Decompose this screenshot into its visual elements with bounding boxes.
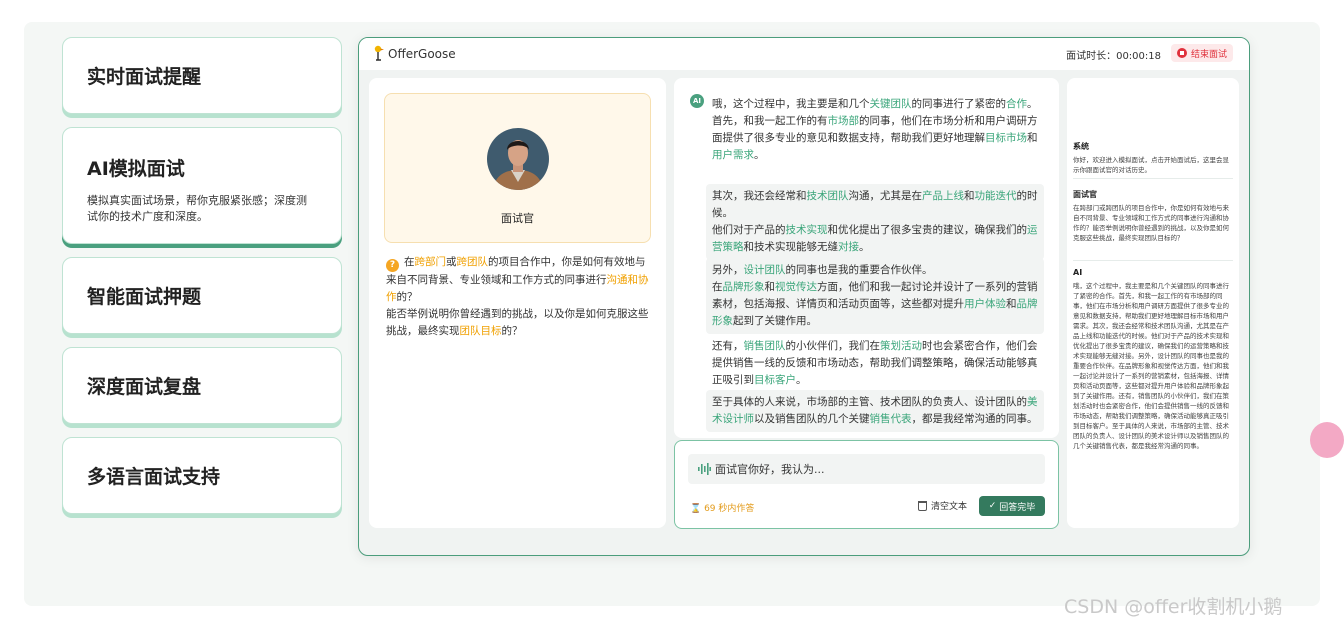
answer-done-button[interactable]: ✓ 回答完毕 xyxy=(979,496,1045,516)
question-keyword: 团队目标 xyxy=(459,325,502,337)
question-text: 的？ xyxy=(396,291,418,303)
feature-title: 深度面试复盘 xyxy=(87,376,202,398)
feature-card-multilang[interactable]: 多语言面试支持 xyxy=(62,437,342,514)
app-logo: OfferGoose xyxy=(373,45,456,62)
watermark: CSDN @offer收割机小鹅 xyxy=(1064,596,1283,618)
history-system: 系统 你好，欢迎进入模拟面试，点击开始面试后，这里会显示你跟面试官的对话历史。 xyxy=(1073,142,1233,175)
feature-title: 智能面试押题 xyxy=(87,286,202,308)
question-text: 的？ xyxy=(501,325,523,337)
interview-timer: 面试时长：00:00:18 xyxy=(1066,51,1161,62)
question-keyword: 跨部门 xyxy=(414,256,447,268)
check-icon: ✓ xyxy=(988,501,1000,511)
history-text: 哦，这个过程中，我主要是和几个关键团队的同事进行了紧密的合作。首先，和我一起工作… xyxy=(1073,282,1229,450)
interviewer-avatar xyxy=(487,128,549,190)
stop-icon xyxy=(1176,48,1187,58)
answer-input-box: 面试官你好，我认为... ⌛ 69 秒内作答 清空文本 ✓ 回答完毕 xyxy=(674,440,1059,529)
answer-done-label: 回答完毕 xyxy=(999,502,1036,513)
answer-paragraph: 另外，设计团队的同事也是我的重要合作伙伴。 在品牌形象和视觉传达方面，他们和我一起… xyxy=(706,258,1044,334)
ai-answer-panel[interactable]: AI 哦，这个过程中，我主要是和几个关键团队的同事进行了紧密的合作。 首先，和我一… xyxy=(674,78,1059,438)
interviewer-panel: 面试官 ? 在跨部门或跨团队的项目合作中，你是如何有效地与来自不同背景、专业领域和… xyxy=(369,78,666,528)
countdown-text: 69 秒内作答 xyxy=(704,504,755,514)
feature-card-review[interactable]: 深度面试复盘 xyxy=(62,347,342,424)
feature-card-predict[interactable]: 智能面试押题 xyxy=(62,257,342,334)
voice-wave-icon xyxy=(698,463,711,475)
hourglass-icon: ⌛ xyxy=(690,504,705,514)
logo-text: OfferGoose xyxy=(388,46,456,61)
history-text: 在跨部门或跨团队的项目合作中，你是如何有效地与来自不同背景、专业领域和工作方式的… xyxy=(1073,204,1229,242)
answer-input[interactable]: 面试官你好，我认为... xyxy=(688,454,1045,484)
history-text: 你好，欢迎进入模拟面试，点击开始面试后，这里会显示你跟面试官的对话历史。 xyxy=(1073,156,1229,174)
interviewer-label: 面试官 xyxy=(501,212,534,225)
question-text: 或 xyxy=(446,256,457,268)
app-window: OfferGoose 面试时长：00:00:18 结束面试 面试官 ? 在跨部门或 xyxy=(358,37,1250,556)
feature-card-ai-mock[interactable]: AI模拟面试 模拟真实面试场景，帮你克服紧张感；深度测试你的技术广度和深度。 xyxy=(62,127,342,244)
answer-paragraph: 至于具体的人来说，市场部的主管、技术团队的负责人、设计团队的美术设计师以及销售团… xyxy=(706,390,1044,432)
feature-description: 模拟真实面试场景，帮你克服紧张感；深度测试你的技术广度和深度。 xyxy=(87,194,307,223)
ai-badge-icon: AI xyxy=(690,94,704,108)
divider xyxy=(1073,260,1233,261)
answer-paragraph: 还有，销售团队的小伙伴们，我们在策划活动时也会紧密合作，他们会提供销售一线的反馈… xyxy=(712,340,1038,386)
interview-question: ? 在跨部门或跨团队的项目合作中，你是如何有效地与来自不同背景、专业领域和工作方式… xyxy=(386,254,654,340)
answer-paragraph: 哦，这个过程中，我主要是和几个关键团队的同事进行了紧密的合作。 首先，和我一起工作… xyxy=(712,98,1038,161)
feature-title: 多语言面试支持 xyxy=(87,466,221,488)
feature-title: AI模拟面试 xyxy=(87,158,185,180)
interviewer-portrait-icon xyxy=(487,128,549,190)
answer-input-value: 面试官你好，我认为... xyxy=(715,463,825,476)
goose-logo-icon xyxy=(374,45,384,61)
trash-icon xyxy=(918,500,927,511)
question-icon: ? xyxy=(386,259,399,272)
history-interviewer: 面试官 在跨部门或跨团队的项目合作中，你是如何有效地与来自不同背景、专业领域和工… xyxy=(1073,190,1233,243)
feature-card-realtime[interactable]: 实时面试提醒 xyxy=(62,37,342,114)
floating-widget[interactable] xyxy=(1310,422,1344,458)
history-ai: AI 哦，这个过程中，我主要是和几个关键团队的同事进行了紧密的合作。首先，和我一… xyxy=(1073,268,1233,451)
clear-text-button[interactable]: 清空文本 xyxy=(918,499,967,512)
divider xyxy=(1073,178,1233,179)
question-text: 在 xyxy=(404,256,415,268)
history-title: 面试官 xyxy=(1073,190,1097,199)
end-interview-button[interactable]: 结束面试 xyxy=(1170,44,1233,62)
history-title: AI xyxy=(1073,268,1083,277)
clear-text-label: 清空文本 xyxy=(931,502,968,512)
question-keyword: 跨团队 xyxy=(456,256,489,268)
feature-title: 实时面试提醒 xyxy=(87,66,202,88)
history-title: 系统 xyxy=(1073,142,1089,151)
countdown-timer: ⌛ 69 秒内作答 xyxy=(690,501,754,514)
top-bar: OfferGoose 面试时长：00:00:18 结束面试 xyxy=(359,38,1249,70)
answer-paragraph: 其次，我还会经常和技术团队沟通，尤其是在产品上线和功能迭代的时候。 他们对于产品的… xyxy=(706,184,1044,260)
end-interview-label: 结束面试 xyxy=(1190,49,1227,60)
history-panel[interactable]: 系统 你好，欢迎进入模拟面试，点击开始面试后，这里会显示你跟面试官的对话历史。 … xyxy=(1067,78,1239,528)
interviewer-card: 面试官 xyxy=(384,93,651,243)
